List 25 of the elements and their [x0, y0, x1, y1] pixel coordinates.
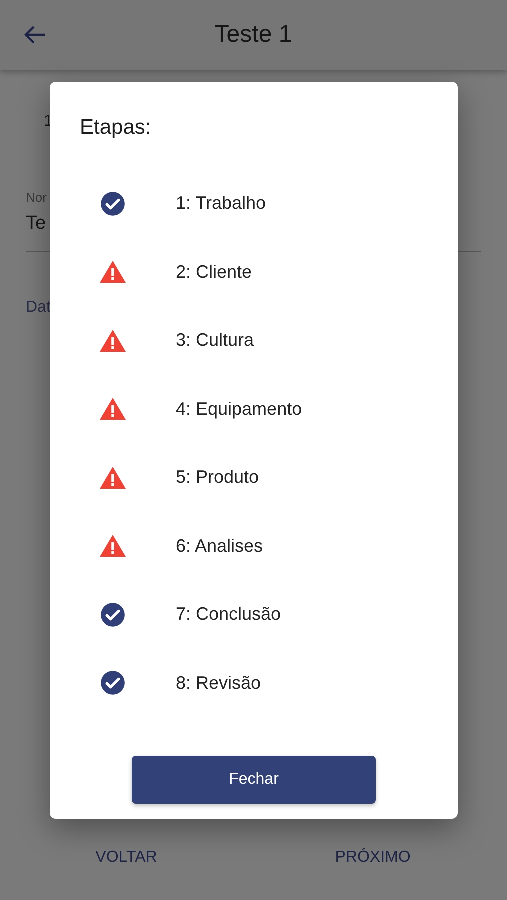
step-label: 2: Cliente — [176, 260, 252, 284]
next-button[interactable]: PRÓXIMO — [253, 846, 493, 870]
warning-icon — [99, 397, 127, 422]
back-button[interactable]: VOLTAR — [0, 846, 253, 870]
step-label: 7: Conclusão — [176, 603, 282, 626]
close-button[interactable]: Fechar — [132, 756, 376, 804]
check-circle-icon — [100, 602, 126, 628]
step-label: 8: Revisão — [176, 672, 262, 695]
step-label: 5: Produto — [176, 466, 260, 490]
warning-icon — [99, 466, 127, 490]
step-label: 4: Equipamento — [176, 398, 302, 421]
field-label: Nor — [26, 190, 47, 205]
step-label: 3: Cultura — [176, 329, 254, 352]
warning-icon — [99, 534, 127, 558]
step-label: 6: Analises — [176, 534, 264, 558]
back-arrow-icon[interactable] — [24, 25, 46, 45]
warning-icon — [99, 328, 127, 353]
date-label: Dat — [26, 298, 51, 316]
check-circle-icon — [100, 190, 126, 217]
warning-icon — [99, 260, 127, 284]
dialog-title: Etapas: — [80, 115, 152, 141]
check-circle-icon — [100, 670, 126, 696]
field-value: Te — [26, 213, 46, 234]
step-label: 1: Trabalho — [176, 192, 266, 216]
screen-title: Teste 1 — [214, 20, 292, 50]
